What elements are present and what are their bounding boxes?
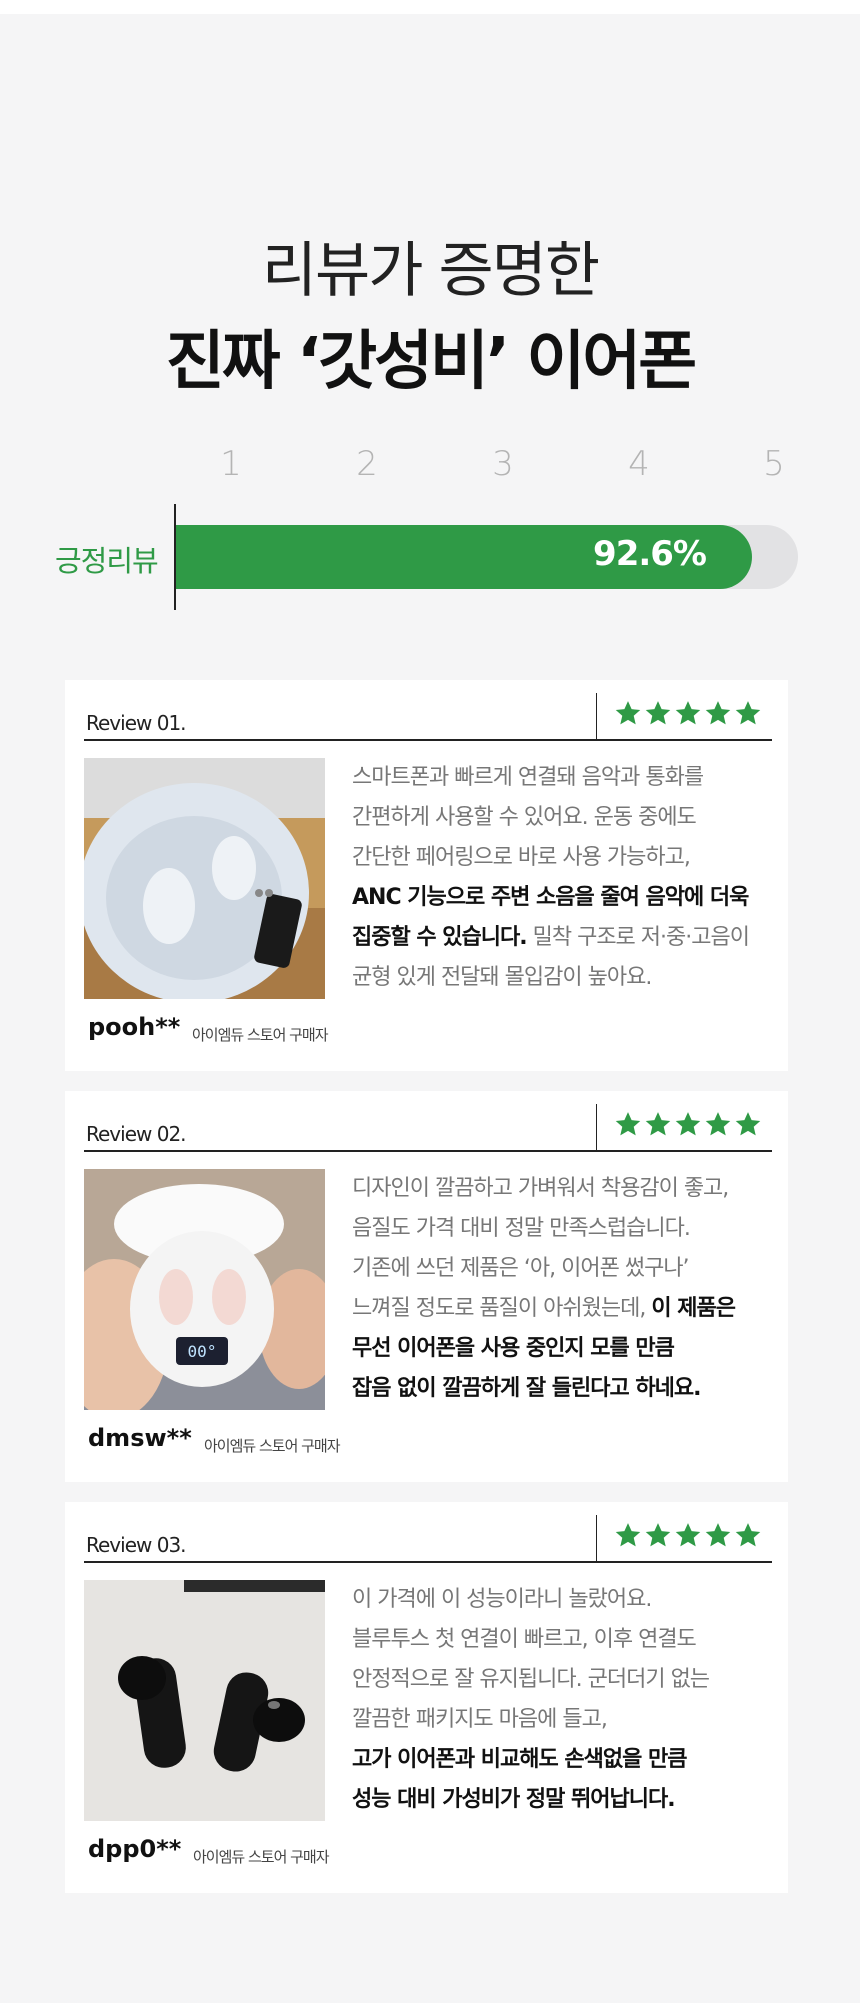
review-line: 블루투스 첫 연결이 빠르고, 이후 연결도 bbox=[352, 1620, 772, 1660]
review-card-3: Review 03. 이 가격에 이 성능이라니 놀랐어요. 블루투스 첫 연결이… bbox=[65, 1502, 788, 1893]
review-line: 균형 있게 전달돼 몰입감이 높아요. bbox=[352, 958, 772, 998]
scale-tick-2: 2 bbox=[356, 444, 378, 484]
review-header: Review 02. bbox=[84, 1104, 772, 1152]
review-line: 무선 이어폰을 사용 중인지 모를 만큼 bbox=[352, 1329, 772, 1369]
bar-axis bbox=[174, 504, 176, 610]
review-line: 고가 이어폰과 비교해도 손색없을 만큼 bbox=[352, 1740, 772, 1780]
header-divider bbox=[596, 1104, 597, 1152]
review-highlight: ANC 기능으로 주변 소음을 줄여 음악에 더욱 bbox=[352, 885, 749, 910]
review-fragment: 이 가격에 이 성능이라니 놀랐어요. bbox=[352, 1587, 652, 1612]
star-icon bbox=[645, 1523, 671, 1547]
buyer-label: 아이엠듀 스토어 구매자 bbox=[204, 1437, 341, 1455]
review-fragment: 블루투스 첫 연결이 빠르고, 이후 연결도 bbox=[352, 1627, 697, 1652]
headline-line-1: 리뷰가 증명한 bbox=[261, 236, 600, 306]
review-highlight: 이 제품은 bbox=[651, 1296, 736, 1321]
star-rating bbox=[604, 1521, 772, 1549]
review-line: 이 가격에 이 성능이라니 놀랐어요. bbox=[352, 1580, 772, 1620]
review-line: 스마트폰과 빠르게 연결돼 음악과 통화를 bbox=[352, 758, 772, 798]
star-icon bbox=[615, 1112, 641, 1136]
star-icon bbox=[735, 1523, 761, 1547]
reviewer-name: dpp0** bbox=[88, 1835, 182, 1863]
review-card-1: Review 01. 스마트폰과 빠르게 연결돼 음악과 통화를간편하게 사용할… bbox=[65, 680, 788, 1071]
review-line: 깔끔한 패키지도 마음에 들고, bbox=[352, 1700, 772, 1740]
bar-label: 긍정리뷰 bbox=[55, 544, 159, 578]
review-fragment: 디자인이 깔끔하고 가벼워서 착용감이 좋고, bbox=[352, 1176, 729, 1201]
review-title: Review 03. bbox=[86, 1533, 187, 1557]
review-fragment: 느껴질 정도로 품질이 아쉬웠는데, bbox=[352, 1296, 652, 1321]
star-icon bbox=[705, 1112, 731, 1136]
review-text: 이 가격에 이 성능이라니 놀랐어요. 블루투스 첫 연결이 빠르고, 이후 연결… bbox=[352, 1580, 772, 1820]
review-header: Review 03. bbox=[84, 1515, 772, 1563]
review-fragment: 균형 있게 전달돼 몰입감이 높아요. bbox=[352, 965, 652, 990]
star-icon bbox=[705, 1523, 731, 1547]
review-photo bbox=[84, 1580, 325, 1821]
review-fragment: 밀착 구조로 저·중·고음이 bbox=[526, 925, 750, 950]
scale-tick-5: 5 bbox=[763, 444, 785, 484]
review-fragment: 음질도 가격 대비 정말 만족스럽습니다. bbox=[352, 1216, 691, 1241]
star-icon bbox=[735, 701, 761, 725]
review-text: 디자인이 깔끔하고 가벼워서 착용감이 좋고, 음질도 가격 대비 정말 만족스럽… bbox=[352, 1169, 772, 1409]
headline-line-2: 진짜 ‘갓성비’ 이어폰 bbox=[165, 325, 697, 399]
review-highlight: 잡음 없이 깔끔하게 잘 들린다고 하네요. bbox=[352, 1376, 701, 1401]
review-highlight: 집중할 수 있습니다. bbox=[352, 925, 528, 950]
star-icon bbox=[675, 701, 701, 725]
star-icon bbox=[645, 1112, 671, 1136]
header-divider bbox=[596, 1515, 597, 1563]
star-icon bbox=[615, 701, 641, 725]
review-highlight: 성능 대비 가성비가 정말 뛰어납니다. bbox=[352, 1787, 676, 1812]
review-header: Review 01. bbox=[84, 693, 772, 741]
review-line: 느껴질 정도로 품질이 아쉬웠는데, 이 제품은 bbox=[352, 1289, 772, 1329]
review-line: ANC 기능으로 주변 소음을 줄여 음악에 더욱 bbox=[352, 878, 772, 918]
star-rating bbox=[604, 1110, 772, 1138]
review-highlight: 고가 이어폰과 비교해도 손색없을 만큼 bbox=[352, 1747, 687, 1772]
review-fragment: 안정적으로 잘 유지됩니다. 군더더기 없는 bbox=[352, 1667, 710, 1692]
star-icon bbox=[675, 1112, 701, 1136]
review-text: 스마트폰과 빠르게 연결돼 음악과 통화를간편하게 사용할 수 있어요. 운동 … bbox=[352, 758, 772, 998]
top-strip bbox=[0, 0, 860, 14]
star-icon bbox=[675, 1523, 701, 1547]
star-icon bbox=[735, 1112, 761, 1136]
scale-tick-1: 1 bbox=[220, 444, 242, 484]
review-line: 집중할 수 있습니다. 밀착 구조로 저·중·고음이 bbox=[352, 918, 772, 958]
review-line: 잡음 없이 깔끔하게 잘 들린다고 하네요. bbox=[352, 1369, 772, 1409]
star-icon bbox=[645, 701, 671, 725]
review-fragment: 깔끔한 패키지도 마음에 들고, bbox=[352, 1707, 608, 1732]
review-line: 안정적으로 잘 유지됩니다. 군더더기 없는 bbox=[352, 1660, 772, 1700]
reviewer-name: dmsw** bbox=[88, 1424, 192, 1452]
star-icon bbox=[615, 1523, 641, 1547]
review-fragment: 간편하게 사용할 수 있어요. 운동 중에도 bbox=[352, 805, 697, 830]
review-photo: 00° bbox=[84, 1169, 325, 1410]
review-title: Review 01. bbox=[86, 711, 187, 735]
review-line: 성능 대비 가성비가 정말 뛰어납니다. bbox=[352, 1780, 772, 1820]
review-line: 간편하게 사용할 수 있어요. 운동 중에도 bbox=[352, 798, 772, 838]
review-photo bbox=[84, 758, 325, 999]
bar-value: 92.6% bbox=[593, 534, 707, 574]
review-fragment: 기존에 쓰던 제품은 ‘아, 이어폰 썼구나’ bbox=[352, 1256, 690, 1281]
svg-text:00°: 00° bbox=[188, 1342, 217, 1361]
review-line: 기존에 쓰던 제품은 ‘아, 이어폰 썼구나’ bbox=[352, 1249, 772, 1289]
scale-tick-3: 3 bbox=[492, 444, 514, 484]
review-fragment: 간단한 페어링으로 바로 사용 가능하고, bbox=[352, 845, 691, 870]
star-icon bbox=[705, 701, 731, 725]
review-title: Review 02. bbox=[86, 1122, 187, 1146]
buyer-label: 아이엠듀 스토어 구매자 bbox=[192, 1026, 329, 1044]
buyer-label: 아이엠듀 스토어 구매자 bbox=[193, 1848, 330, 1866]
review-line: 디자인이 깔끔하고 가벼워서 착용감이 좋고, bbox=[352, 1169, 772, 1209]
review-line: 음질도 가격 대비 정말 만족스럽습니다. bbox=[352, 1209, 772, 1249]
reviewer-name: pooh** bbox=[88, 1013, 181, 1041]
star-rating bbox=[604, 699, 772, 727]
review-highlight: 무선 이어폰을 사용 중인지 모를 만큼 bbox=[352, 1336, 675, 1361]
review-card-2: Review 02. 00° 디자인이 깔끔하고 가벼워서 착용감이 좋고, 음질… bbox=[65, 1091, 788, 1482]
review-line: 간단한 페어링으로 바로 사용 가능하고, bbox=[352, 838, 772, 878]
review-fragment: 스마트폰과 빠르게 연결돼 음악과 통화를 bbox=[352, 765, 704, 790]
header-divider bbox=[596, 693, 597, 741]
scale-tick-4: 4 bbox=[628, 444, 650, 484]
